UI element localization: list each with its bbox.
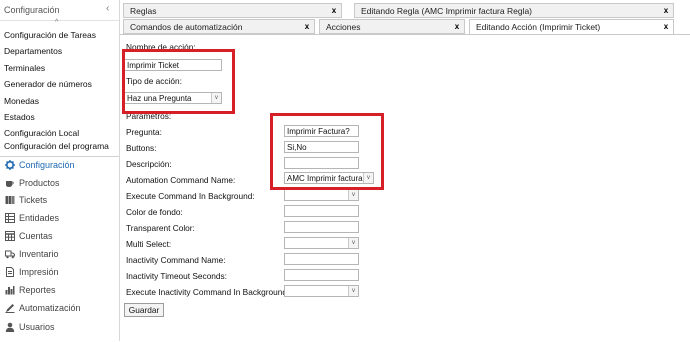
transparent-color-label: Transparent Color: (126, 223, 195, 233)
collapse-chevron-icon[interactable]: ‹ (106, 3, 109, 14)
sidebar-item-configuracion[interactable]: Configuración (0, 157, 119, 174)
save-button[interactable]: Guardar (124, 303, 164, 317)
inactivity-timeout-input[interactable] (284, 269, 359, 281)
sidebar-item-label: Automatización (19, 303, 81, 313)
sidebar-item-usuarios[interactable]: Usuarios (0, 319, 119, 336)
sidebar-item-label: Productos (19, 178, 60, 188)
sidebar-item-entidades[interactable]: Entidades (0, 210, 119, 227)
sidebar-subitem-programa[interactable]: Configuración del programa (4, 141, 109, 151)
bar-chart-icon (5, 286, 15, 295)
highlight-box-name-type (122, 49, 235, 114)
pregunta-label: Pregunta: (126, 127, 162, 137)
color-fondo-input[interactable] (284, 205, 359, 217)
truck-icon (5, 250, 15, 259)
tab-label: Reglas (130, 6, 157, 16)
sidebar: Configuración ‹ ^ Configuración de Tarea… (0, 0, 120, 341)
descripcion-label: Descripción: (126, 159, 172, 169)
document-icon (6, 267, 14, 277)
sidebar-item-label: Configuración (19, 160, 75, 170)
table-icon (5, 213, 15, 223)
calendar-grid-icon (5, 231, 15, 241)
sidebar-item-label: Cuentas (19, 231, 53, 241)
sidebar-subitem-terminales[interactable]: Terminales (4, 63, 45, 73)
close-icon[interactable]: x (330, 7, 338, 15)
sidebar-item-label: Tickets (19, 195, 48, 205)
sidebar-item-label: Entidades (19, 213, 60, 223)
sidebar-item-inventario[interactable]: Inventario (0, 246, 119, 263)
automation-command-name-label: Automation Command Name: (126, 175, 236, 185)
tab-comandos[interactable]: Comandos de automatización x (123, 19, 315, 34)
chevron-down-icon[interactable]: v (348, 190, 358, 200)
sidebar-item-label: Inventario (19, 249, 59, 259)
close-icon[interactable]: x (662, 23, 670, 31)
close-icon[interactable]: x (303, 23, 311, 31)
sidebar-item-label: Reportes (19, 285, 56, 295)
sidebar-item-label: Impresión (19, 267, 59, 277)
sidebar-subitem-monedas[interactable]: Monedas (4, 96, 39, 106)
sidebar-subitem-departamentos[interactable]: Departamentos (4, 46, 62, 56)
multi-select-label: Multi Select: (126, 239, 172, 249)
pen-icon (5, 304, 15, 313)
sidebar-subitem-generador[interactable]: Generador de números (4, 79, 92, 89)
execute-inactivity-background-label: Execute Inactivity Command In Background… (126, 287, 290, 297)
sidebar-header: Configuración ‹ (0, 0, 119, 21)
tab-label: Comandos de automatización (130, 22, 243, 32)
scroll-up-icon[interactable]: ^ (55, 19, 58, 26)
close-icon[interactable]: x (453, 23, 461, 31)
coffee-cup-icon (6, 181, 14, 187)
sidebar-subitem-tareas[interactable]: Configuración de Tareas (4, 30, 96, 40)
sidebar-header-title: Configuración (4, 5, 60, 15)
buttons-label: Buttons: (126, 143, 157, 153)
sidebar-item-tickets[interactable]: Tickets (0, 192, 119, 209)
user-icon (5, 322, 15, 332)
action-editor-form: Nombre de acción: Imprimir Ticket Tipo d… (120, 34, 690, 342)
sidebar-item-reportes[interactable]: Reportes (0, 282, 119, 299)
sidebar-item-label: Usuarios (19, 322, 55, 332)
transparent-color-input[interactable] (284, 221, 359, 233)
chevron-down-icon[interactable]: v (348, 286, 358, 296)
inactivity-command-name-label: Inactivity Command Name: (126, 255, 226, 265)
color-fondo-label: Color de fondo: (126, 207, 183, 217)
sidebar-subitem-local[interactable]: Configuración Local (4, 128, 79, 138)
tab-editando-regla[interactable]: Editando Regla (AMC Imprimir factura Reg… (354, 3, 674, 18)
tab-acciones[interactable]: Acciones x (319, 19, 465, 34)
gear-icon (5, 160, 15, 170)
tab-label: Editando Acción (Imprimir Ticket) (476, 22, 601, 32)
execute-background-label: Execute Command In Background: (126, 191, 255, 201)
execute-background-select[interactable]: v (284, 189, 359, 201)
tab-editando-accion[interactable]: Editando Acción (Imprimir Ticket) x (469, 19, 674, 35)
tab-label: Editando Regla (AMC Imprimir factura Reg… (361, 6, 533, 16)
sidebar-clipped-row: Configuración del programa (0, 141, 119, 151)
sidebar-item-cuentas[interactable]: Cuentas (0, 228, 119, 245)
close-icon[interactable]: x (662, 7, 670, 15)
chevron-down-icon[interactable]: v (348, 238, 358, 248)
inactivity-timeout-label: Inactivity Timeout Seconds: (126, 271, 227, 281)
tab-reglas[interactable]: Reglas x (123, 3, 342, 18)
highlight-box-parameters (270, 113, 384, 190)
multi-select-select[interactable]: v (284, 237, 359, 249)
sidebar-subitem-estados[interactable]: Estados (4, 112, 35, 122)
tickets-icon (5, 196, 15, 204)
sidebar-item-impresion[interactable]: Impresión (0, 264, 119, 281)
sidebar-item-automatizacion[interactable]: Automatización (0, 300, 119, 317)
sidebar-item-productos[interactable]: Productos (0, 175, 119, 192)
execute-inactivity-background-select[interactable]: v (284, 285, 359, 297)
tab-label: Acciones (326, 22, 361, 32)
inactivity-command-name-input[interactable] (284, 253, 359, 265)
